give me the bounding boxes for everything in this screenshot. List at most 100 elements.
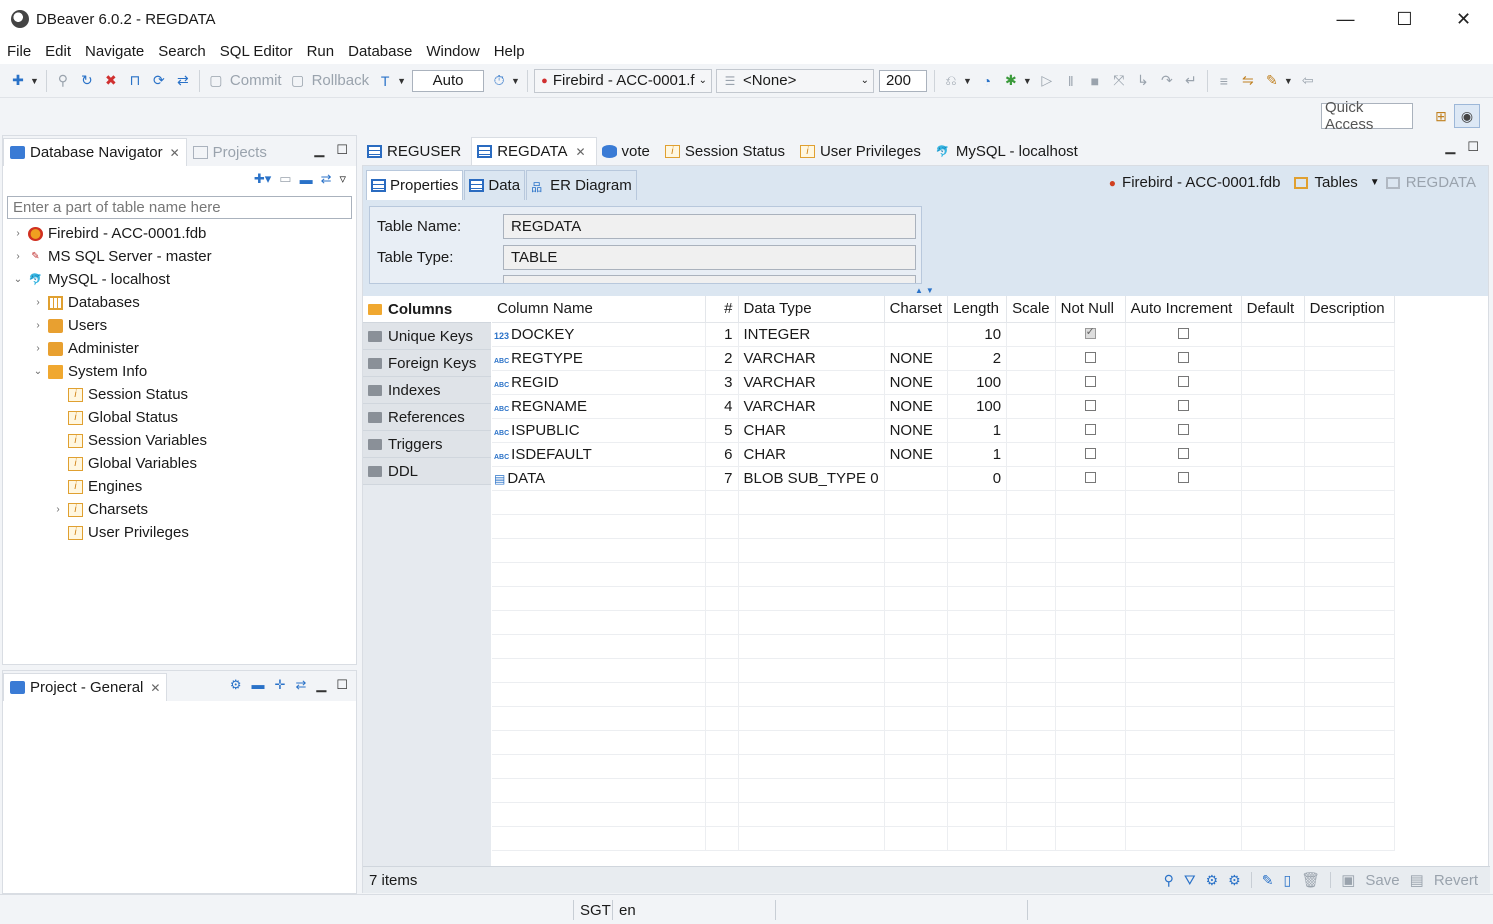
table-cell[interactable]: ABC REGTYPE xyxy=(492,346,706,371)
table-cell[interactable] xyxy=(1241,394,1305,419)
table-cell[interactable]: VARCHAR xyxy=(738,346,885,371)
table-cell[interactable] xyxy=(1006,346,1056,371)
tree-item[interactable]: i Session Variables xyxy=(3,429,356,452)
transaction-log-icon[interactable]: T xyxy=(376,72,394,90)
not-null-checkbox[interactable] xyxy=(1084,399,1096,411)
table-cell[interactable]: 123 DOCKEY xyxy=(492,322,706,347)
result-limit-input[interactable]: 200 xyxy=(878,69,927,92)
quick-access-input[interactable]: Quick Access xyxy=(1321,99,1413,133)
format-dropdown-icon[interactable]: ▼ xyxy=(963,76,972,86)
table-cell[interactable] xyxy=(1304,418,1395,443)
table-cell[interactable] xyxy=(1241,466,1305,491)
menu-help[interactable]: Help xyxy=(487,43,532,60)
table-cell[interactable] xyxy=(1125,418,1242,443)
auto-increment-checkbox[interactable] xyxy=(1177,399,1189,411)
dashboard-icon[interactable]: ◔ xyxy=(978,72,996,90)
tree-item[interactable]: i Engines xyxy=(3,475,356,498)
not-null-checkbox[interactable] xyxy=(1084,423,1096,435)
table-cell[interactable]: NONE xyxy=(884,418,949,443)
tab-session-status[interactable]: i Session Status xyxy=(660,137,795,165)
table-cell[interactable] xyxy=(1241,346,1305,371)
table-cell[interactable] xyxy=(1241,322,1305,347)
chevron-right-icon[interactable]: › xyxy=(31,320,45,331)
table-cell[interactable]: 10 xyxy=(947,322,1008,347)
table-cell[interactable] xyxy=(1055,442,1126,467)
table-cell[interactable]: INTEGER xyxy=(738,322,885,347)
step-into-icon[interactable]: ↳ xyxy=(1134,72,1152,90)
tree-item[interactable]: i Global Status xyxy=(3,406,356,429)
edit-icon[interactable]: ✎ xyxy=(1262,872,1274,889)
chevron-right-icon[interactable]: › xyxy=(51,504,65,515)
column-header[interactable]: Auto Increment xyxy=(1125,296,1242,323)
table-cell[interactable] xyxy=(1006,418,1056,443)
tree-item[interactable]: › Databases xyxy=(3,291,356,314)
table-cell[interactable] xyxy=(1055,370,1126,395)
back-icon[interactable]: ⇦ xyxy=(1299,72,1317,90)
maximize-button[interactable]: ☐ xyxy=(1375,0,1434,38)
disconnect-debug-icon[interactable]: ⤧ xyxy=(1110,72,1128,90)
tab-project-general[interactable]: Project - General ✕ xyxy=(3,673,168,701)
table-cell[interactable] xyxy=(1055,394,1126,419)
chevron-down-icon[interactable]: ⌄ xyxy=(11,274,25,285)
menu-window[interactable]: Window xyxy=(419,43,486,60)
filter-icon[interactable]: ⛛ xyxy=(1184,872,1196,889)
table-cell[interactable]: 3 xyxy=(705,370,739,395)
settings-icon[interactable]: ⚙ xyxy=(1228,872,1241,889)
tools-dropdown-icon[interactable]: ▼ xyxy=(1284,76,1293,86)
table-cell[interactable]: 100 xyxy=(947,394,1008,419)
menu-edit[interactable]: Edit xyxy=(38,43,78,60)
format-icon[interactable]: ⎌ xyxy=(942,72,960,90)
table-cell[interactable] xyxy=(1304,394,1395,419)
tab-user-privileges[interactable]: i User Privileges xyxy=(795,137,931,165)
expand-icon[interactable]: ✛ xyxy=(275,677,286,693)
tab-data[interactable]: Data xyxy=(464,170,526,200)
column-header[interactable]: Charset xyxy=(884,296,949,323)
table-cell[interactable] xyxy=(1006,466,1056,491)
tree-item[interactable]: › Users xyxy=(3,314,356,337)
table-cell[interactable] xyxy=(1304,442,1395,467)
view-menu-icon[interactable]: ▿ xyxy=(339,171,346,187)
side-tab-ddl[interactable]: DDL xyxy=(363,458,491,485)
auto-increment-checkbox[interactable] xyxy=(1177,375,1189,387)
tab-mysql-localhost[interactable]: 🐬 MySQL - localhost xyxy=(931,137,1088,165)
table-cell[interactable] xyxy=(1006,442,1056,467)
table-cell[interactable]: VARCHAR xyxy=(738,394,885,419)
new-connection-dropdown-icon[interactable]: ▼ xyxy=(30,76,39,86)
tab-reguser[interactable]: REGUSER xyxy=(362,137,471,165)
table-cell[interactable]: 5 xyxy=(705,418,739,443)
table-cell[interactable] xyxy=(1006,322,1056,347)
table-row[interactable]: ABC REGNAME 4 VARCHAR NONE 100 xyxy=(492,394,1395,419)
auto-commit-mode[interactable]: Auto xyxy=(412,69,485,92)
menu-file[interactable]: File xyxy=(0,43,38,60)
table-cell[interactable]: ▤ DATA xyxy=(492,466,706,491)
not-null-checkbox[interactable] xyxy=(1084,325,1096,339)
new-connection-icon[interactable]: ✚ xyxy=(9,72,27,90)
table-cell[interactable] xyxy=(1304,466,1395,491)
breadcrumb-object[interactable]: REGDATA xyxy=(1406,174,1476,191)
reconnect-icon[interactable]: ↻ xyxy=(78,72,96,90)
collapse-all-icon[interactable]: ▬ xyxy=(300,172,313,187)
table-cell[interactable] xyxy=(884,466,949,491)
table-cell[interactable] xyxy=(1304,370,1395,395)
collapse-properties-icon[interactable]: ▲▼ xyxy=(915,286,937,295)
table-name-field[interactable]: REGDATA xyxy=(503,214,916,239)
close-icon[interactable]: ✕ xyxy=(150,681,160,695)
debug-icon[interactable]: ✱ xyxy=(1002,72,1020,90)
tab-database-navigator[interactable]: Database Navigator ✕ xyxy=(3,138,187,166)
auto-increment-checkbox[interactable] xyxy=(1177,351,1189,363)
disconnect-icon[interactable]: ✖ xyxy=(102,72,120,90)
history-dropdown-icon[interactable]: ▼ xyxy=(511,76,520,86)
sync-icon[interactable]: ⇄ xyxy=(174,72,192,90)
compare-icon[interactable]: ≡ xyxy=(1215,72,1233,90)
chevron-right-icon[interactable]: › xyxy=(31,297,45,308)
connect-icon[interactable]: ⚲ xyxy=(54,72,72,90)
menu-sql-editor[interactable]: SQL Editor xyxy=(213,43,300,60)
gear-icon[interactable]: ⚙ xyxy=(230,677,242,693)
tree-item[interactable]: i User Privileges xyxy=(3,521,356,544)
table-cell[interactable]: VARCHAR xyxy=(738,370,885,395)
side-tab-columns[interactable]: Columns xyxy=(363,296,491,323)
column-header[interactable]: Data Type xyxy=(738,296,885,323)
tree-item[interactable]: › Administer xyxy=(3,337,356,360)
side-tab-unique-keys[interactable]: Unique Keys xyxy=(363,323,491,350)
tree-item[interactable]: i Session Status xyxy=(3,383,356,406)
